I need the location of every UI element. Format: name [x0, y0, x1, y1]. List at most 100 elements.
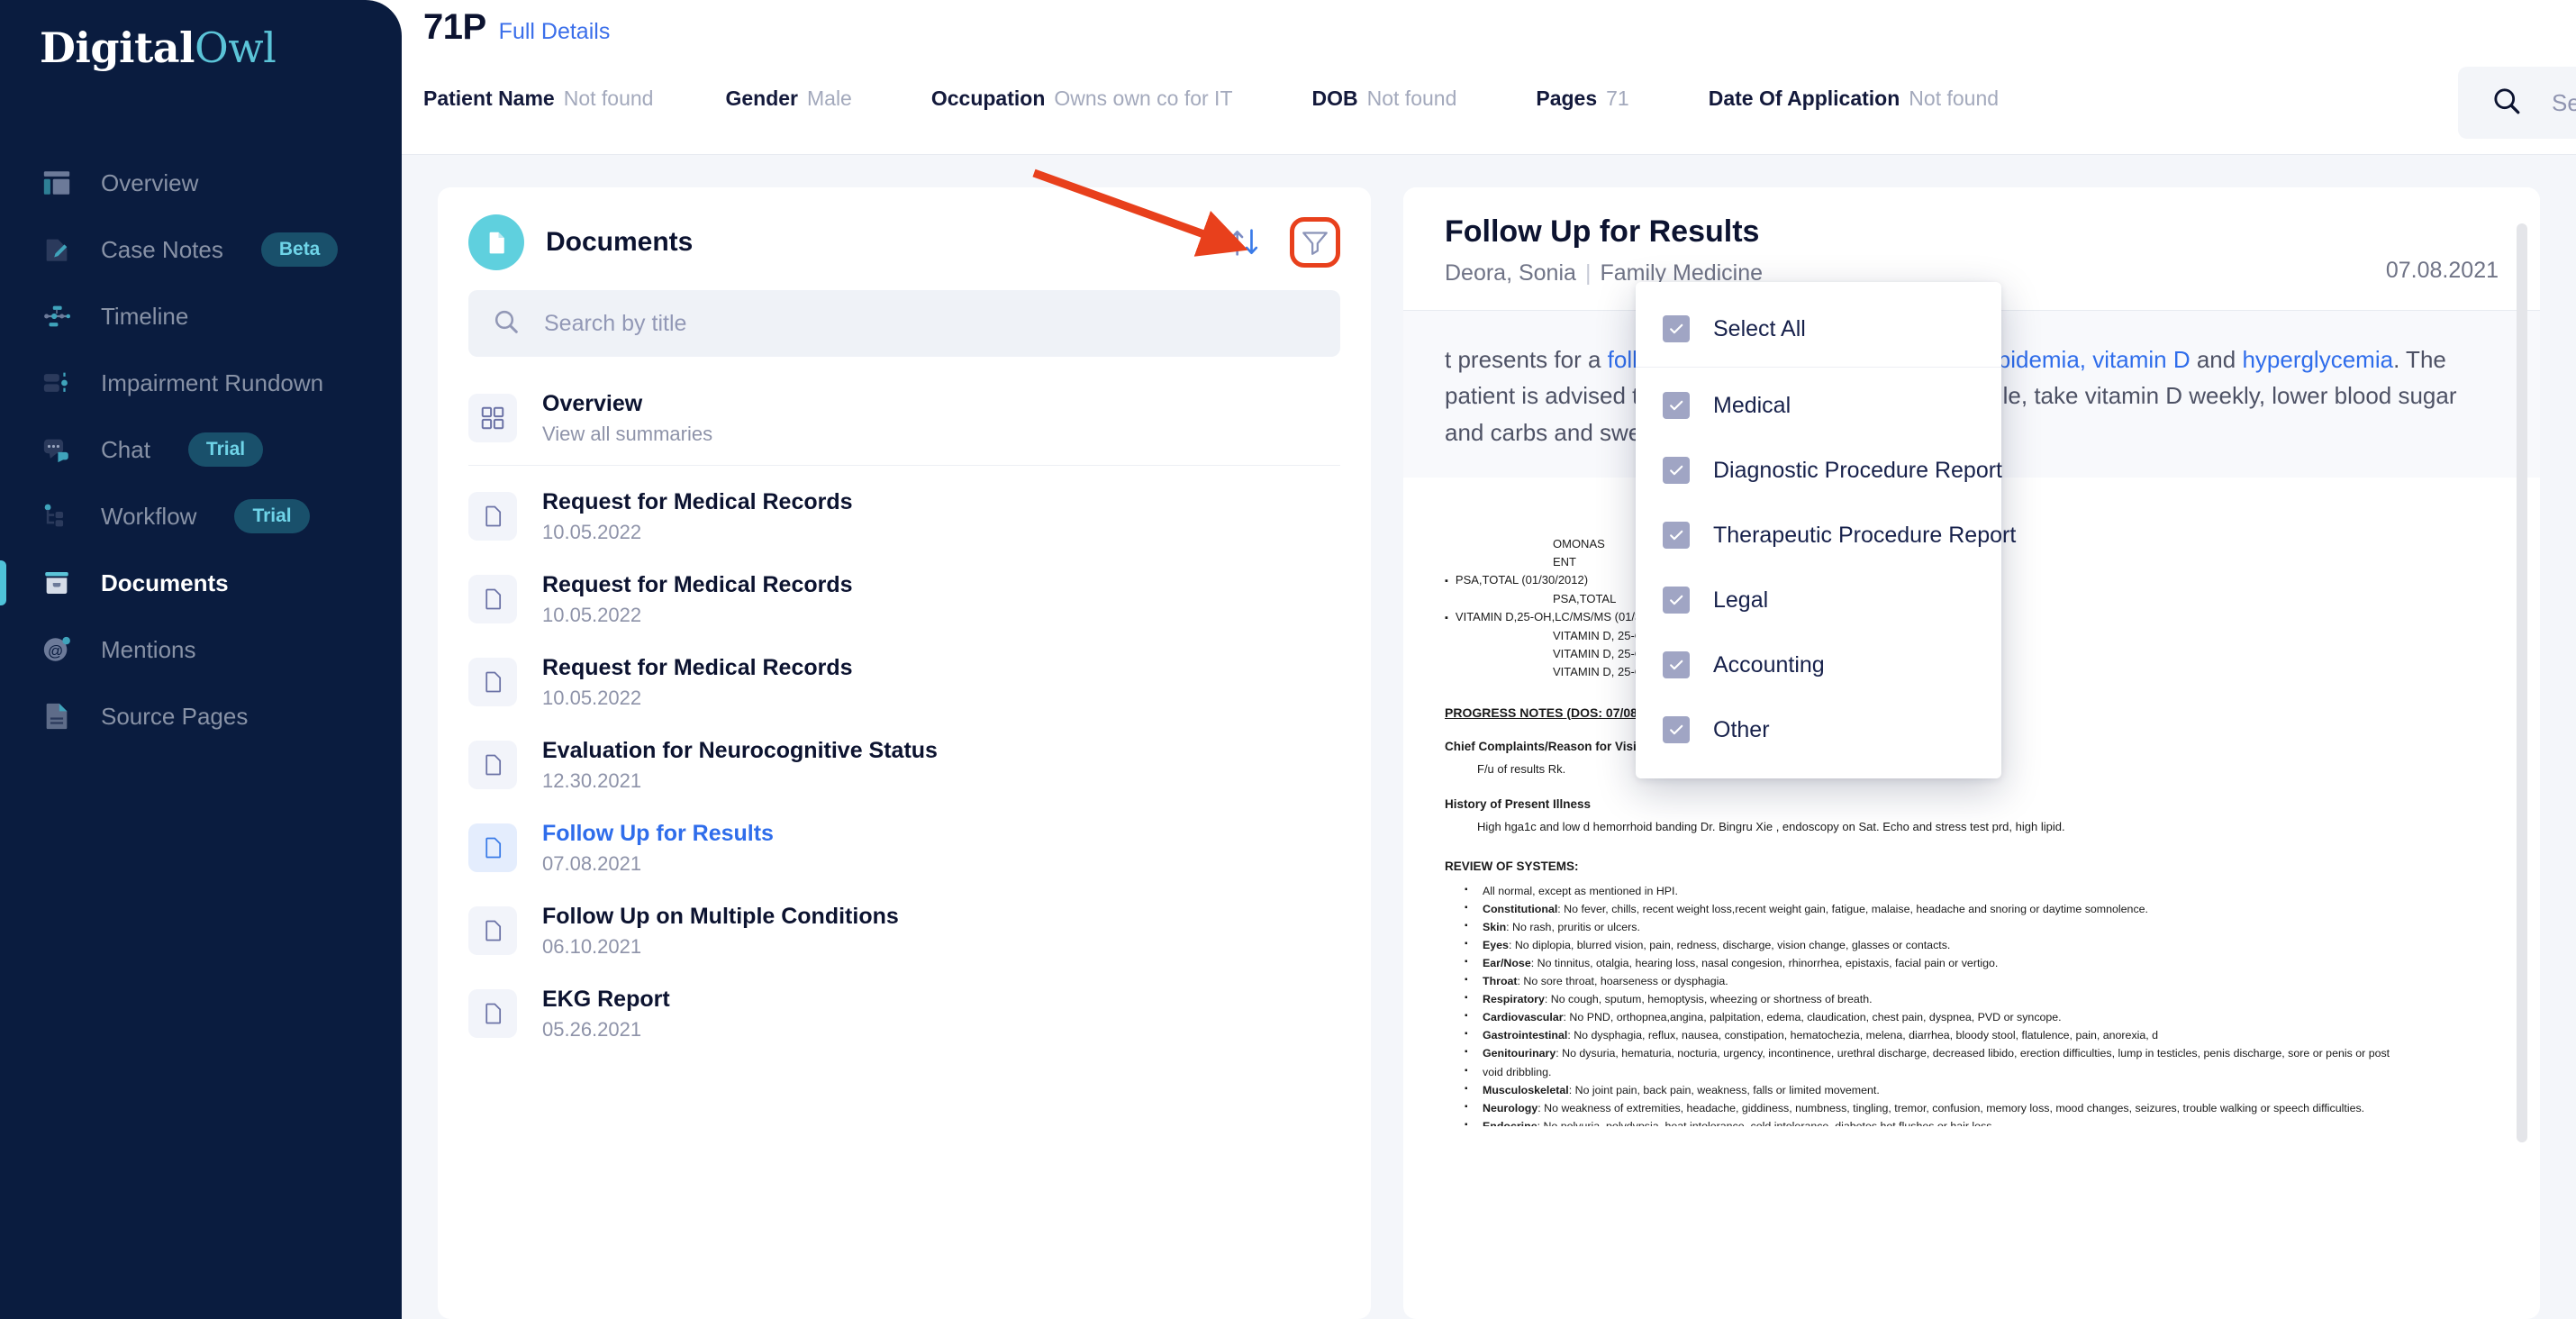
list-item[interactable]: Request for Medical Records 10.05.2022 — [438, 641, 1371, 723]
filter-option-medical[interactable]: Medical — [1636, 373, 2001, 438]
meta-key: Pages — [1536, 86, 1598, 110]
preview-date: 07.08.2021 — [2385, 258, 2499, 283]
list-item-text: Follow Up for Results 07.08.2021 — [542, 821, 774, 876]
ros-label: Constitutional — [1483, 902, 1558, 915]
list-item[interactable]: Follow Up on Multiple Conditions 06.10.2… — [438, 889, 1371, 972]
ros-item: Ear/Nose: No tinnitus, otalgia, hearing … — [1465, 954, 2499, 972]
checkbox-checked-icon[interactable] — [1663, 392, 1690, 419]
ros-label: Ear/Nose — [1483, 956, 1531, 969]
ros-text: : No tinnitus, otalgia, hearing loss, na… — [1530, 956, 1999, 969]
sidebar-item-source-pages[interactable]: Source Pages — [0, 683, 402, 750]
svg-text:@: @ — [48, 642, 63, 660]
sidebar-item-timeline[interactable]: Timeline — [0, 283, 402, 350]
list-item-title: EKG Report — [542, 986, 670, 1012]
global-search[interactable]: Search — [2458, 67, 2576, 139]
filter-option-other[interactable]: Other — [1636, 697, 2001, 762]
list-item-text: Request for Medical Records 10.05.2022 — [542, 655, 853, 710]
meta-key: Gender — [725, 86, 798, 110]
list-item-selected[interactable]: Follow Up for Results 07.08.2021 — [438, 806, 1371, 889]
meta-occupation: Occupation Owns own co for IT — [931, 86, 1233, 111]
filter-funnel-icon[interactable] — [1290, 217, 1340, 268]
grid-squares-icon — [468, 394, 517, 442]
list-item-date: 10.05.2022 — [542, 520, 642, 543]
file-icon — [468, 741, 517, 789]
sidebar-item-label: Mentions — [101, 635, 196, 663]
main-area: 71P Full Details Patient Name Not found … — [402, 0, 2576, 1319]
list-item-date: 12.30.2021 — [542, 769, 642, 792]
ros-item: Throat: No sore throat, hoarseness or dy… — [1465, 972, 2499, 990]
hpi-text: High hga1c and low d hemorrhoid banding … — [1477, 820, 2065, 834]
ros-label: Skin — [1483, 920, 1507, 933]
sidebar-item-chat[interactable]: Chat Trial — [0, 416, 402, 483]
checkbox-checked-icon[interactable] — [1663, 522, 1690, 549]
ros-item: Gastrointestinal: No dysphagia, reflux, … — [1465, 1026, 2499, 1044]
filter-option-therapeutic-procedure-report[interactable]: Therapeutic Procedure Report — [1636, 503, 2016, 568]
ros-item: Cardiovascular: No PND, orthopnea,angina… — [1465, 1008, 2499, 1026]
search-icon — [2490, 85, 2523, 122]
ros-text: void dribbling. — [1483, 1065, 1552, 1078]
checkbox-checked-icon[interactable] — [1663, 587, 1690, 614]
list-item-title: Request for Medical Records — [542, 571, 853, 597]
meta-dob: DOB Not found — [1312, 86, 1457, 111]
checkbox-checked-icon[interactable] — [1663, 651, 1690, 678]
list-item-title: Follow Up on Multiple Conditions — [542, 903, 899, 929]
sidebar-item-case-notes[interactable]: Case Notes Beta — [0, 216, 402, 283]
ros-text: : No rash, pruritis or ulcers. — [1506, 920, 1640, 933]
list-item-date: 06.10.2021 — [542, 934, 642, 958]
sidebar-item-label: Chat — [101, 435, 150, 463]
sidebar: DigitalOwl Overview Case Notes Beta Time… — [0, 0, 402, 1319]
documents-search-input[interactable]: Search by title — [468, 290, 1340, 357]
timeline-icon — [36, 296, 77, 337]
list-item[interactable]: Request for Medical Records 10.05.2022 — [438, 558, 1371, 641]
checkbox-checked-icon[interactable] — [1663, 457, 1690, 484]
ros-item: All normal, except as mentioned in HPI. — [1465, 882, 2499, 900]
brand-logo[interactable]: DigitalOwl — [40, 23, 277, 72]
sort-arrows-icon[interactable] — [1220, 217, 1270, 268]
preview-scrollbar[interactable] — [2517, 223, 2527, 1142]
ros-label: Neurology — [1483, 1101, 1538, 1114]
layout-icon — [36, 162, 77, 204]
ros-text: : No dysuria, hematuria, nocturia, urgen… — [1556, 1047, 2390, 1060]
global-search-placeholder: Search — [2552, 88, 2576, 116]
documents-panel-title: Documents — [546, 227, 694, 257]
filter-option-label: Accounting — [1713, 651, 1825, 678]
list-item[interactable]: EKG Report 05.26.2021 — [438, 972, 1371, 1055]
ros-label: Throat — [1483, 975, 1518, 988]
ros-label: Musculoskeletal — [1483, 1083, 1569, 1096]
full-details-link[interactable]: Full Details — [499, 19, 611, 45]
sidebar-item-impairment-rundown[interactable]: Impairment Rundown — [0, 350, 402, 416]
list-item[interactable]: Evaluation for Neurocognitive Status 12.… — [438, 723, 1371, 806]
list-item-text: Request for Medical Records 10.05.2022 — [542, 572, 853, 627]
ros-label: Gastrointestinal — [1483, 1029, 1568, 1042]
content-area: Documents Search by title Overview View … — [402, 155, 2576, 1319]
ros-label: Respiratory — [1483, 993, 1545, 1006]
meta-key: Occupation — [930, 86, 1046, 110]
at-mention-icon: @ — [36, 629, 77, 670]
list-divider — [468, 465, 1340, 466]
filter-option-select-all[interactable]: Select All — [1636, 296, 2001, 361]
sidebar-item-mentions[interactable]: @ Mentions — [0, 616, 402, 683]
sidebar-item-workflow[interactable]: Workflow Trial — [0, 483, 402, 550]
meta-value: Owns own co for IT — [1054, 86, 1233, 110]
filter-option-diagnostic-procedure-report[interactable]: Diagnostic Procedure Report — [1636, 438, 2002, 503]
summary-link[interactable]: hyperglycemia — [2242, 346, 2393, 373]
list-item-date: 10.05.2022 — [542, 603, 642, 626]
checkbox-checked-icon[interactable] — [1663, 315, 1690, 342]
case-header: 71P Full Details — [423, 7, 610, 48]
file-icon — [468, 575, 517, 623]
list-item[interactable]: Request for Medical Records 10.05.2022 — [438, 475, 1371, 558]
documents-panel-header: Documents — [438, 187, 1371, 290]
sidebar-badge-trial: Trial — [187, 432, 264, 467]
checkbox-checked-icon[interactable] — [1663, 716, 1690, 743]
meta-value: Not found — [1366, 86, 1457, 110]
workflow-icon — [36, 496, 77, 537]
filter-option-accounting[interactable]: Accounting — [1636, 632, 2001, 697]
meta-key: DOB — [1311, 86, 1358, 110]
filter-option-legal[interactable]: Legal — [1636, 568, 2001, 632]
file-icon — [468, 658, 517, 706]
list-item-overview[interactable]: Overview View all summaries — [438, 377, 1371, 459]
documents-list: Overview View all summaries Request for … — [438, 377, 1371, 1055]
sidebar-item-overview[interactable]: Overview — [0, 150, 402, 216]
sidebar-item-documents[interactable]: Documents — [0, 550, 402, 616]
list-item-title: Follow Up for Results — [542, 820, 774, 846]
